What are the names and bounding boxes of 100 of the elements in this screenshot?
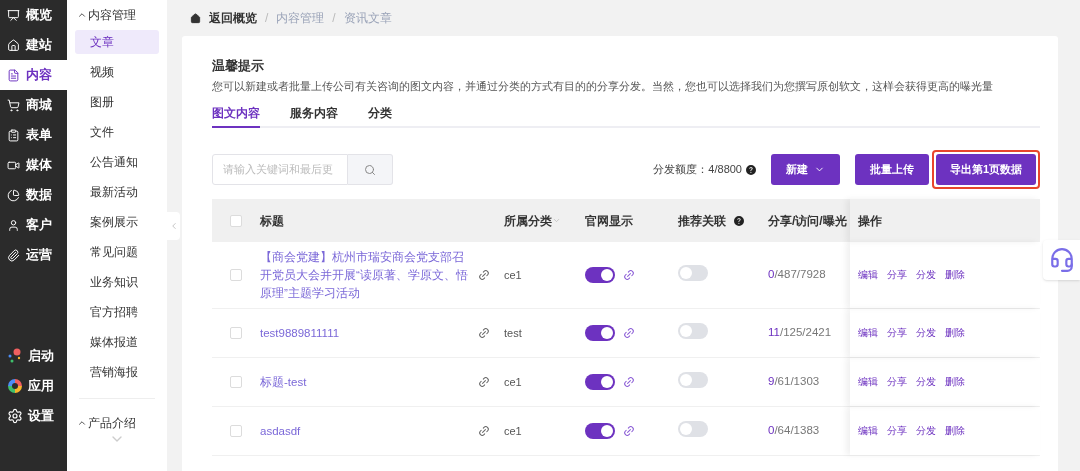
submenu-item[interactable]: 案例展示 — [75, 210, 159, 234]
action-link[interactable]: 分发 — [916, 423, 936, 439]
ring-icon — [7, 378, 23, 394]
tab[interactable]: 服务内容 — [290, 104, 338, 128]
batch-upload-button[interactable]: 批量上传 — [855, 154, 929, 185]
home-icon — [190, 12, 201, 24]
breadcrumb-link[interactable]: 返回概览 — [209, 9, 257, 27]
chevron-up-icon — [77, 418, 87, 428]
nav-item[interactable]: 应用 — [0, 371, 67, 401]
tab[interactable]: 图文内容 — [212, 104, 260, 128]
search-icon — [364, 163, 376, 176]
nav-item[interactable]: 表单 — [0, 120, 67, 150]
action-link[interactable]: 编辑 — [858, 374, 878, 390]
action-link[interactable]: 分享 — [887, 423, 907, 439]
action-link[interactable]: 分享 — [887, 325, 907, 341]
submenu-item[interactable]: 视频 — [75, 60, 159, 84]
toggle-switch[interactable] — [585, 374, 615, 390]
table-cell: ce1 — [504, 424, 522, 437]
action-link[interactable]: 分发 — [916, 374, 936, 390]
action-link[interactable]: 编辑 — [858, 423, 878, 439]
action-link[interactable]: 删除 — [945, 423, 965, 439]
submenu-item[interactable]: 业务知识 — [75, 270, 159, 294]
submenu-item[interactable]: 公告通知 — [75, 150, 159, 174]
submenu-item[interactable]: 文章 — [75, 30, 159, 54]
column-header: 标题 — [260, 213, 284, 228]
nav-item[interactable]: 商城 — [0, 90, 67, 120]
submenu-group[interactable]: 产品介绍 — [67, 415, 167, 431]
table-cell: 0/487/7928 — [768, 268, 826, 281]
new-button[interactable]: 新建 — [771, 154, 840, 185]
document-icon — [7, 68, 20, 82]
article-title-link[interactable]: 【商会党建】杭州市瑞安商会党支部召开党员大会并开展“读原著、学原文、悟原理”主题学习活动 — [260, 248, 474, 302]
toggle-switch[interactable] — [585, 423, 615, 439]
action-link[interactable]: 分发 — [916, 267, 936, 283]
column-header[interactable]: 所属分类 — [504, 211, 552, 230]
action-link[interactable]: 编辑 — [858, 267, 878, 283]
table-cell: ce1 — [504, 375, 522, 388]
presentation-icon — [7, 8, 20, 22]
action-link[interactable]: 分享 — [887, 374, 907, 390]
nav-item[interactable]: 数据 — [0, 180, 67, 210]
support-button[interactable] — [1043, 240, 1080, 280]
table-cell: 11/125/2421 — [768, 326, 832, 339]
nav-item[interactable]: 媒体 — [0, 150, 67, 180]
article-title-link[interactable]: test9889811111 — [260, 324, 474, 342]
chevron-up-icon — [77, 10, 87, 20]
collapse-handle[interactable] — [167, 212, 180, 240]
submenu-item[interactable]: 官方招聘 — [75, 300, 159, 324]
submenu-group[interactable]: 内容管理 — [67, 0, 167, 30]
article-title-link[interactable]: 标题-test — [260, 373, 474, 391]
action-link[interactable]: 删除 — [945, 267, 965, 283]
nav-item[interactable]: 设置 — [0, 401, 67, 431]
notice-title: 温馨提示 — [212, 57, 265, 75]
nav-item[interactable]: 建站 — [0, 30, 67, 60]
submenu-item[interactable]: 常见问题 — [75, 240, 159, 264]
submenu-item[interactable]: 营销海报 — [75, 360, 159, 384]
help-icon[interactable] — [734, 215, 744, 226]
toggle-switch[interactable] — [678, 420, 708, 437]
action-link[interactable]: 分享 — [887, 267, 907, 283]
toggle-switch[interactable] — [585, 267, 615, 283]
toggle-switch[interactable] — [585, 325, 615, 341]
submenu-item[interactable]: 最新活动 — [75, 180, 159, 204]
nav-item[interactable]: 运营 — [0, 240, 67, 270]
settings-icon — [7, 408, 23, 424]
help-icon[interactable] — [746, 164, 756, 175]
action-link[interactable]: 删除 — [945, 374, 965, 390]
nav-item[interactable]: 内容 — [0, 60, 67, 90]
column-header: 分享/访问/曝光 — [768, 213, 847, 228]
checkbox[interactable] — [230, 327, 242, 339]
checkbox[interactable] — [230, 376, 242, 388]
action-link[interactable]: 编辑 — [858, 325, 878, 341]
table-cell: ce1 — [504, 268, 522, 281]
column-header: 操作 — [858, 212, 882, 230]
action-link[interactable]: 删除 — [945, 325, 965, 341]
breadcrumb-separator: / — [265, 10, 269, 27]
table-cell: test — [504, 326, 522, 339]
action-link[interactable]: 分发 — [916, 325, 936, 341]
quota-text: 分发额度：4/8800 — [653, 162, 742, 178]
submenu-item[interactable]: 媒体报道 — [75, 330, 159, 354]
nav-item[interactable]: 概览 — [0, 0, 67, 30]
submenu-item[interactable]: 图册 — [75, 90, 159, 114]
submenu-item[interactable]: 文件 — [75, 120, 159, 144]
article-title-link[interactable]: asdasdf — [260, 422, 474, 440]
table-cell: 9/61/1303 — [768, 375, 820, 388]
nav-item[interactable]: 启动 — [0, 341, 67, 371]
toggle-switch[interactable] — [678, 264, 708, 281]
cart-icon — [7, 98, 20, 112]
notice-text: 您可以新建或者批量上传公司有关咨询的图文内容，并通过分类的方式有目的的分享分发。当然，您也可以选择我们为您撰写原创软文，这样会获得更高的曝光量 — [212, 78, 994, 94]
clipboard-icon — [7, 128, 20, 142]
checkbox[interactable] — [230, 269, 242, 281]
toggle-switch[interactable] — [678, 371, 708, 388]
paperclip-icon — [7, 248, 20, 262]
user-icon — [7, 218, 20, 232]
checkbox[interactable] — [230, 214, 242, 227]
toggle-switch[interactable] — [678, 322, 708, 339]
nav-item[interactable]: 客户 — [0, 210, 67, 240]
table-cell: 0/64/1383 — [768, 424, 820, 437]
search-field[interactable]: 请输入关键词和最后更 — [212, 154, 348, 185]
export-button[interactable]: 导出第1页数据 — [936, 154, 1036, 185]
checkbox[interactable] — [230, 425, 242, 437]
headset-icon — [1048, 247, 1075, 273]
tab[interactable]: 分类 — [368, 104, 392, 128]
